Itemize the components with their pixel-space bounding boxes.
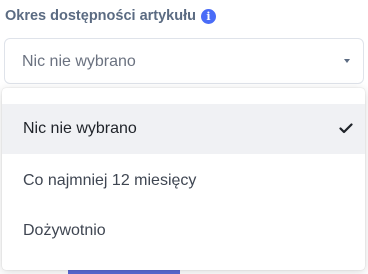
- option-label: Nic nie wybrano: [23, 120, 137, 137]
- dropdown-option-lifetime[interactable]: Dożywotnio: [2, 206, 365, 256]
- field-label-text: Okres dostępności artykułu: [5, 8, 196, 24]
- select-value: Nic nie wybrano: [22, 53, 136, 70]
- checkmark-icon: [339, 123, 353, 134]
- caret-down-icon: [344, 59, 350, 63]
- field-label: Okres dostępności artykułu i: [5, 8, 216, 24]
- dropdown-menu: Nic nie wybrano Co najmniej 12 miesięcy …: [2, 88, 365, 270]
- option-label: Dożywotnio: [23, 222, 106, 239]
- dropdown-option-12-months[interactable]: Co najmniej 12 miesięcy: [2, 156, 365, 206]
- info-icon[interactable]: i: [200, 8, 216, 24]
- availability-select[interactable]: Nic nie wybrano: [4, 38, 364, 84]
- dropdown-option-none[interactable]: Nic nie wybrano: [2, 104, 365, 154]
- option-label: Co najmniej 12 miesięcy: [23, 172, 197, 189]
